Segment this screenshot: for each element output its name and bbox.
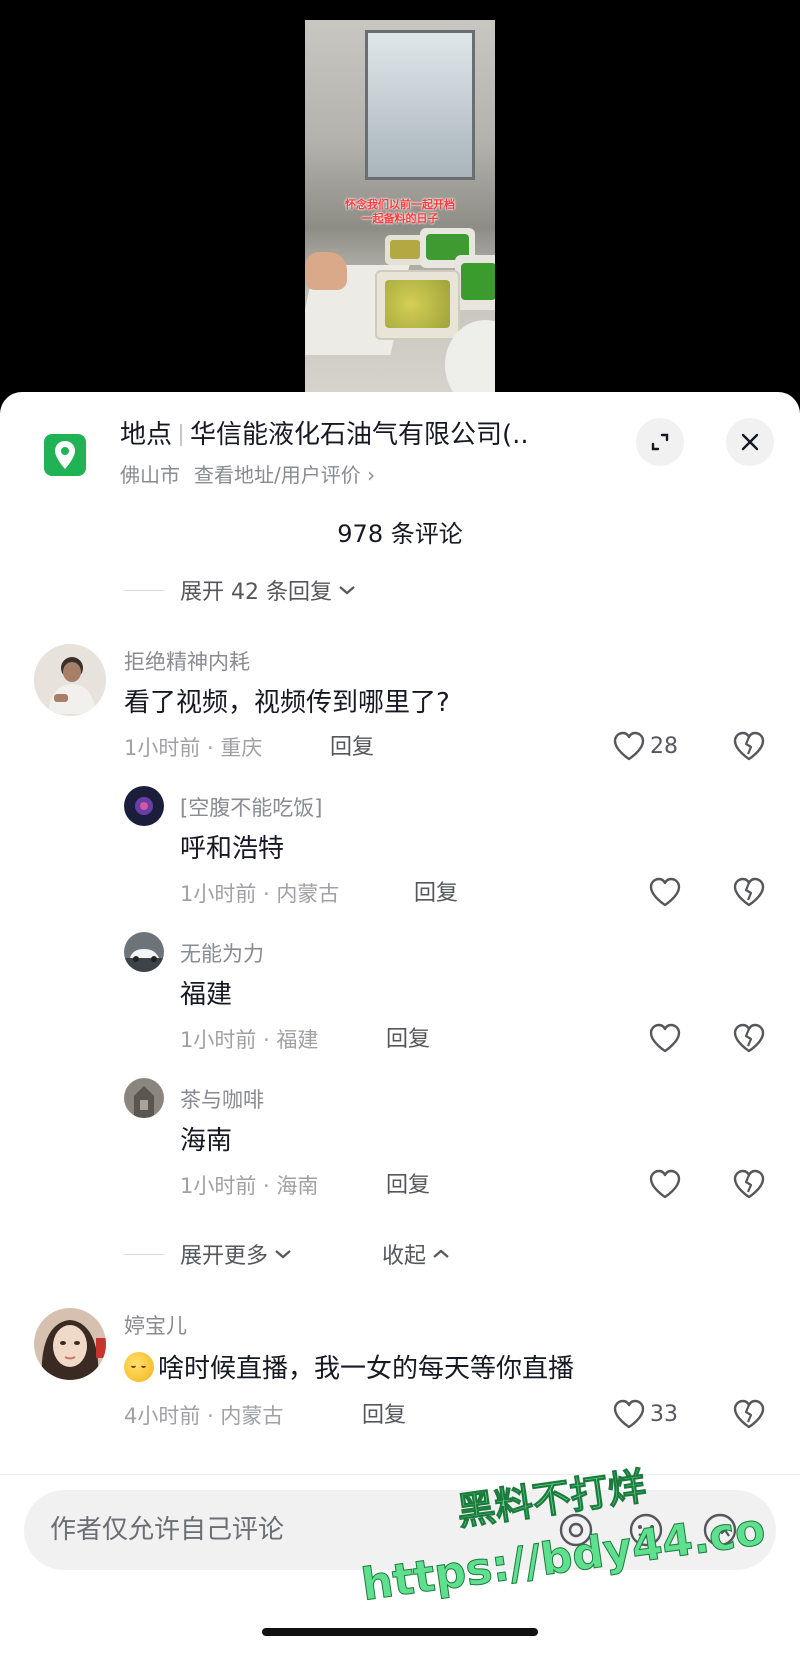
heart-icon <box>649 877 681 907</box>
video-scene-container <box>375 270 460 340</box>
broken-heart-icon <box>733 877 765 907</box>
broken-heart-icon <box>733 731 765 761</box>
like-button[interactable] <box>648 876 682 908</box>
avatar-image <box>124 786 164 826</box>
avatar-image <box>34 644 106 716</box>
like-button[interactable]: 33 <box>612 1398 678 1430</box>
reply-meta: 1小时前 · 内蒙古 <box>180 882 340 906</box>
expand-replies-button[interactable]: 展开 42 条回复 <box>124 574 356 606</box>
comment-username[interactable]: 拒绝精神内耗 <box>124 648 250 676</box>
reply-text[interactable]: 海南 <box>180 1124 232 1158</box>
like-button[interactable]: 28 <box>612 730 678 762</box>
avatar[interactable] <box>124 1078 164 1118</box>
video-scene-hand <box>305 252 347 290</box>
reply-button[interactable]: 回复 <box>414 880 458 908</box>
like-button[interactable] <box>648 1168 682 1200</box>
avatar-image <box>34 1308 106 1380</box>
location-name[interactable]: 华信能液化石油气有限公司(.. <box>190 420 529 450</box>
divider-line <box>124 589 164 591</box>
avatar-image <box>124 1078 164 1118</box>
comment-input-placeholder: 作者仅允许自己评论 <box>50 1515 285 1545</box>
reply-username[interactable]: 茶与咖啡 <box>180 1086 264 1114</box>
reply-text[interactable]: 福建 <box>180 978 232 1012</box>
dislike-button[interactable] <box>732 730 766 766</box>
like-count: 33 <box>650 1401 678 1427</box>
chevron-up-icon <box>433 1249 449 1258</box>
reply-text[interactable]: 呼和浩特 <box>180 832 284 866</box>
avatar[interactable] <box>124 932 164 972</box>
broken-heart-icon <box>733 1169 765 1199</box>
emoji-icon <box>124 1352 154 1382</box>
heart-icon <box>613 731 645 761</box>
comment-username[interactable]: 婷宝儿 <box>124 1312 187 1340</box>
reply-meta: 1小时前 · 海南 <box>180 1174 319 1198</box>
comment-count: 978 条评论 <box>337 520 463 548</box>
close-icon <box>741 433 759 451</box>
at-mention-icon[interactable] <box>556 1510 596 1550</box>
avatar[interactable] <box>34 644 106 716</box>
emoji-picker-icon[interactable] <box>626 1510 666 1550</box>
divider-line <box>124 1253 164 1255</box>
dislike-button[interactable] <box>732 1022 766 1058</box>
broken-heart-icon <box>733 1023 765 1053</box>
heart-icon <box>613 1399 645 1429</box>
heart-icon <box>649 1169 681 1199</box>
location-title[interactable]: 地点 华信能液化石油气有限公司(.. <box>120 418 529 452</box>
reply-button[interactable]: 回复 <box>386 1172 430 1200</box>
input-divider <box>0 1474 800 1475</box>
expand-button[interactable] <box>636 418 684 466</box>
expand-more-label: 展开更多 <box>180 1244 269 1269</box>
avatar[interactable] <box>124 786 164 826</box>
location-subtitle: 佛山市 查看地址/用户评价 › <box>120 461 375 489</box>
broken-heart-icon <box>733 1399 765 1429</box>
avatar[interactable] <box>34 1308 106 1380</box>
reply-username[interactable]: 无能为力 <box>180 940 264 968</box>
location-label: 地点 <box>120 420 173 450</box>
dislike-button[interactable] <box>732 876 766 912</box>
dislike-button[interactable] <box>732 1398 766 1434</box>
location-details-link[interactable]: 查看地址/用户评价 <box>194 463 361 487</box>
reply-button[interactable]: 回复 <box>330 734 374 762</box>
location-separator <box>180 424 183 446</box>
video-caption: 怀念我们以前一起开档 一起备料的日子 <box>305 198 495 226</box>
like-count: 28 <box>650 733 678 759</box>
video-scene-container <box>385 235 425 265</box>
video-scene-window <box>365 30 475 180</box>
chevron-right-icon[interactable]: › <box>367 463 375 487</box>
expand-icon <box>651 433 669 451</box>
collapse-button[interactable]: 收起 <box>382 1238 450 1270</box>
video-scene-container <box>455 255 495 310</box>
comment-meta: 1小时前 · 重庆 <box>124 736 263 760</box>
heart-icon <box>649 1023 681 1053</box>
reply-button[interactable]: 回复 <box>362 1402 406 1430</box>
like-button[interactable] <box>648 1022 682 1054</box>
avatar-image <box>124 932 164 972</box>
reply-username[interactable]: [空腹不能吃饭] <box>180 794 322 822</box>
close-button[interactable] <box>726 418 774 466</box>
location-city: 佛山市 <box>120 463 180 487</box>
video-caption-line: 怀念我们以前一起开档 <box>345 198 455 211</box>
comment-text[interactable]: 啥时候直播，我一女的每天等你直播 <box>124 1352 574 1386</box>
reply-button[interactable]: 回复 <box>386 1026 430 1054</box>
video-caption-line: 一起备料的日子 <box>361 212 439 225</box>
video-frame[interactable]: 怀念我们以前一起开档 一起备料的日子 <box>305 20 495 420</box>
comment-text-content: 啥时候直播，我一女的每天等你直播 <box>158 1354 575 1384</box>
reply-meta: 1小时前 · 福建 <box>180 1028 319 1052</box>
chevron-down-icon <box>339 586 355 595</box>
collapse-label: 收起 <box>382 1244 427 1269</box>
comment-meta: 4小时前 · 内蒙古 <box>124 1404 284 1428</box>
home-indicator[interactable] <box>262 1628 538 1636</box>
map-pin-icon[interactable] <box>44 434 86 476</box>
dislike-button[interactable] <box>732 1168 766 1204</box>
expand-more-button[interactable]: 展开更多 <box>124 1238 292 1270</box>
comment-text[interactable]: 看了视频，视频传到哪里了? <box>124 686 450 720</box>
image-icon[interactable] <box>700 1510 740 1550</box>
chevron-down-icon <box>275 1250 291 1259</box>
expand-replies-label: 展开 42 条回复 <box>180 580 332 605</box>
video-player[interactable]: 怀念我们以前一起开档 一起备料的日子 <box>0 0 800 420</box>
